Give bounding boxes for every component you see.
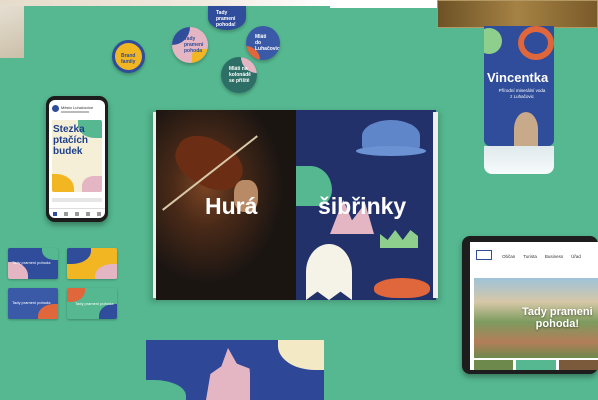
vincentka-bottle: Vincentka Přírodní minerální voda z Luha… [484,26,554,176]
post-title: Stezka ptačích budek [53,124,89,157]
thumbnail[interactable] [474,360,514,370]
phone-tabbar[interactable] [49,208,105,218]
thumbnail[interactable] [516,360,556,370]
book-title-right: šibřinky [318,193,407,219]
sticker-teal: Mláti na kolonádě se přiště [221,57,257,93]
sticker-brand-family: Brand family [112,40,145,73]
bottle-glass [484,146,554,174]
book-page-right: šibřinky [296,110,436,300]
card-shape [99,304,117,319]
sticker-text: Brand family [121,53,136,65]
card-blue-2: Tady prameni pohoda [8,288,58,319]
wooden-sign-fragment [437,0,598,28]
nav-obcan[interactable]: Občan [502,254,515,259]
moustache-shape [374,278,430,298]
post-shape [82,176,102,192]
book-edge-right [433,112,438,298]
card-text: Tady prameni pohoda [12,300,51,305]
sticker-text: Tady prameni pohoda [184,36,204,54]
flame-shape [206,348,250,400]
card-shape [42,248,58,260]
photo-fragment-top [0,0,330,6]
card-green: Tady prameni pohoda [67,288,117,319]
white-paper-fragment [330,0,440,8]
thumbnail-row [474,360,598,370]
video-icon[interactable] [63,212,68,216]
sticker-tady-prameni: Tady prameni pohoda! [208,6,246,30]
nav-turista[interactable]: Turista [523,254,537,259]
card-blue: Tady prameni pohoda [8,248,58,279]
sticker-text: Mláti na kolonádě se přiště [229,66,251,84]
cream-shape [278,340,324,370]
label-shape [514,112,538,146]
site-nav: Občan Turista Business Úřad [502,254,581,259]
hat-brim [356,146,426,156]
market-icon[interactable] [74,212,79,216]
label-shape [518,26,554,60]
bell-icon[interactable] [86,212,91,216]
facebook-avatar [52,105,59,112]
book-page-left: Hurá [156,110,296,300]
sticker-blue: Mláti do Luhačovic [246,26,280,60]
post-line [61,111,89,113]
card-shape [95,264,117,279]
phone-screen: Město Luhačovice Stezka ptačích budek [49,100,105,218]
card-yellow [67,248,117,279]
sticker-text: Mláti do Luhačovic [255,34,280,52]
card-text: Tady prameni pohoda [12,260,51,265]
green-shape [146,380,186,400]
site-logo[interactable] [476,250,492,260]
bottle-subtitle: Přírodní minerální voda z Luhačovic [498,88,546,99]
ghost-shape [306,244,352,300]
bottle-brand: Vincentka [487,70,549,85]
nav-business[interactable]: Business [545,254,563,259]
phone-mockup: Město Luhačovice Stezka ptačích budek [46,96,108,222]
post-shape [52,174,74,192]
card-shape [38,304,58,319]
menu-icon[interactable] [97,212,102,216]
sticker-text: Tady prameni pohoda! [216,10,236,28]
hero-photo: Tady prameni pohoda! [474,278,598,358]
home-icon[interactable] [52,212,57,216]
post-actions[interactable] [52,198,102,202]
nav-urad[interactable]: Úřad [571,254,581,259]
crown-shape [380,230,418,248]
card-shape [67,288,85,302]
brochure-cover [146,340,324,400]
sticker-pink: Tady prameni pohoda [172,27,208,63]
thumbnail[interactable] [558,360,598,370]
card-text: Tady prameni pohoda [75,301,114,306]
book-title-left: Hurá [205,193,258,219]
photo-fragment-left [0,0,24,58]
tablet-screen: Občan Turista Business Úřad Tady prameni… [470,242,598,370]
tablet-mockup: Občan Turista Business Úřad Tady prameni… [462,236,598,374]
hero-text: Tady prameni pohoda! [522,306,593,330]
label-shape [484,28,502,54]
app-header: Město Luhačovice [61,105,94,110]
card-shape [67,248,91,264]
bottle-label: Vincentka Přírodní minerální voda z Luha… [484,26,554,146]
